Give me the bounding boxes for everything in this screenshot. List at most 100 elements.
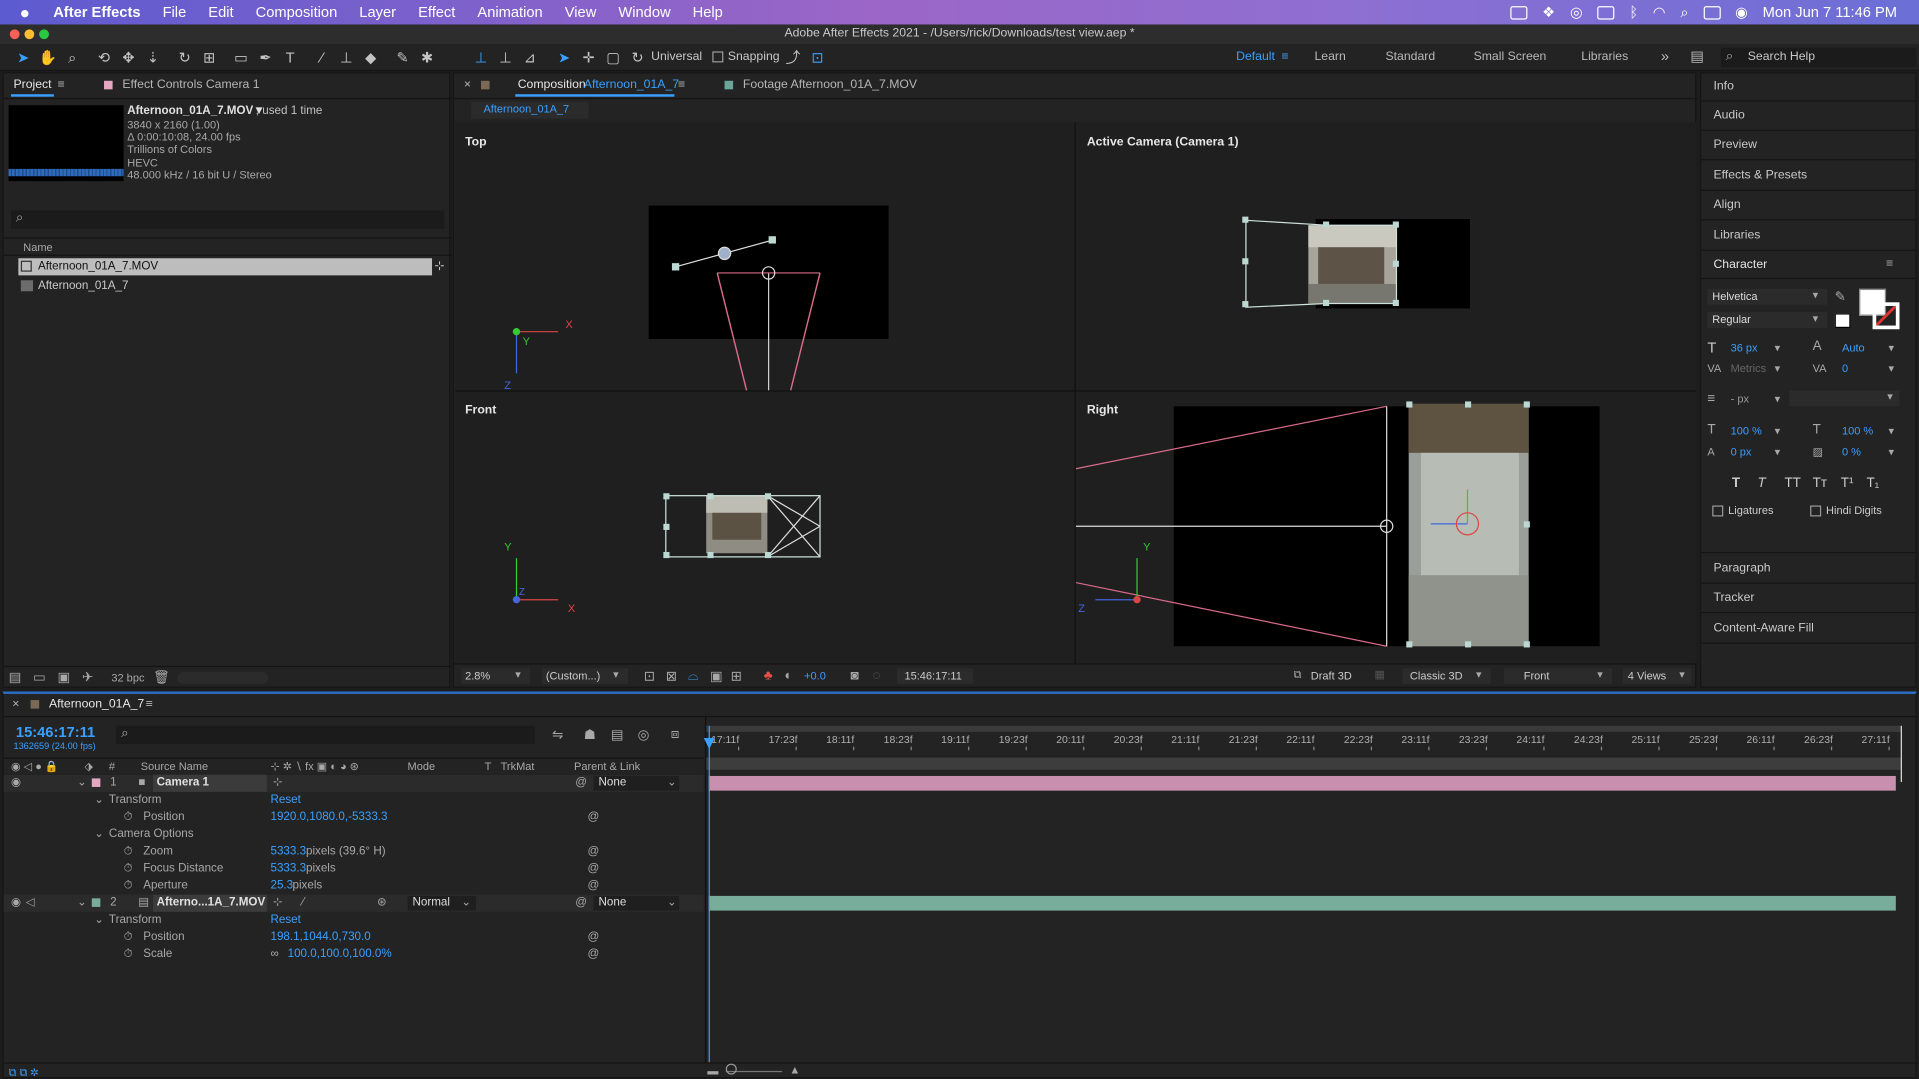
more-workspaces-icon[interactable]: » (1661, 48, 1669, 65)
creative-cloud-icon[interactable]: ◎ (1570, 4, 1583, 21)
twirl-down-icon[interactable]: ⌄ (94, 912, 104, 929)
timeline-menu-icon[interactable]: ≡ (146, 698, 153, 711)
minimize-window-button[interactable] (24, 29, 35, 40)
right-view-canvas[interactable]: Y Z (1075, 392, 1697, 664)
chevron-down-icon[interactable]: ▾ (1775, 445, 1781, 458)
zoom-property[interactable]: ⏱ Zoom 5333.3 pixels (39.6° H) @ (4, 843, 704, 860)
menu-edit[interactable]: Edit (197, 4, 244, 21)
draft3d-timeline-icon[interactable]: ☗ (584, 727, 596, 743)
snap-grid-icon[interactable]: ⊡ (806, 47, 828, 67)
font-style-dropdown[interactable]: Regular ▾ (1707, 312, 1828, 329)
stopwatch-icon[interactable]: ⏱ (124, 809, 133, 826)
audio-icon[interactable]: ◁ (26, 895, 35, 912)
layer-row-camera[interactable]: ◉ ⌄ 1 ■ Camera 1 ⊹ @ None ⌄ (3, 774, 704, 792)
pan-behind-tool-icon[interactable]: ⊞ (198, 47, 220, 67)
camera-position-value[interactable]: 1920.0,1080.0,-5333.3 (270, 809, 387, 826)
layer-name[interactable]: Camera 1 (157, 775, 209, 792)
region-of-interest-icon[interactable]: ▣ (710, 668, 723, 684)
workspace-menu-icon[interactable]: ≡ (1281, 50, 1288, 63)
trkmat-header[interactable]: TrkMat (501, 760, 535, 772)
apple-icon[interactable]: ● (0, 2, 42, 22)
composition-tab-name[interactable]: Afternoon_01A_7 (584, 78, 679, 91)
source-name-header[interactable]: Source Name (141, 760, 208, 772)
puppet-tool-icon[interactable]: ✱ (416, 47, 438, 67)
all-caps-button[interactable]: TT (1784, 476, 1800, 491)
stroke-style-dropdown[interactable]: ▾ (1789, 390, 1900, 407)
camera-layer-bar[interactable] (708, 775, 1896, 791)
mask-visibility-icon[interactable]: ⌓ (688, 668, 699, 684)
zoom-slider-knob[interactable] (725, 1063, 737, 1075)
composition-tab-prefix[interactable]: Composition (518, 78, 586, 91)
stopwatch-icon[interactable]: ⏱ (124, 860, 133, 877)
aperture-value[interactable]: 25.3 (270, 878, 293, 895)
footage-layer-bar[interactable] (708, 895, 1896, 911)
rotate-tool-icon[interactable]: ↻ (174, 47, 196, 67)
new-folder-icon[interactable]: ▭ (33, 669, 46, 686)
close-timeline-icon[interactable]: × (12, 698, 19, 711)
motion-blur-icon[interactable]: ◎ (638, 727, 650, 743)
project-flow-icon[interactable]: ⊹ (434, 259, 444, 272)
tracking-value[interactable]: 0 (1842, 362, 1848, 374)
chevron-down-icon[interactable]: ▾ (1775, 341, 1781, 354)
pickwhip-icon[interactable]: @ (575, 775, 587, 792)
extended-viewer-icon[interactable]: ▦ (1374, 668, 1384, 681)
twirl-down-icon[interactable]: ⌄ (94, 826, 104, 843)
scale-gizmo-icon[interactable]: ▢ (602, 47, 624, 67)
vertical-scale-value[interactable]: 100 % (1731, 425, 1762, 437)
time-navigator[interactable] (706, 757, 1901, 770)
panel-libraries[interactable]: Libraries (1713, 229, 1760, 242)
transform-reset[interactable]: Reset (270, 912, 300, 929)
stopwatch-icon[interactable]: ⏱ (124, 946, 133, 963)
exposure-value[interactable]: +0.0 (804, 669, 826, 681)
chevron-down-icon[interactable]: ▾ (1888, 445, 1894, 458)
control-center-icon[interactable] (1703, 5, 1721, 19)
zoom-out-icon[interactable]: ▬ (707, 1065, 718, 1077)
character-menu-icon[interactable]: ≡ (1886, 257, 1893, 270)
brush-tool-icon[interactable]: ⁄ (311, 47, 333, 67)
expression-pickwhip-icon[interactable]: @ (587, 878, 599, 895)
workspace-standard[interactable]: Standard (1385, 50, 1435, 63)
resolution-dropdown[interactable]: (Custom...) ▾ (542, 668, 628, 685)
close-window-button[interactable] (9, 29, 20, 40)
font-family-dropdown[interactable]: Helvetica ▾ (1707, 288, 1828, 305)
eyedropper-icon[interactable]: ✎ (1835, 289, 1846, 305)
work-area-end[interactable] (1900, 725, 1902, 783)
menu-composition[interactable]: Composition (245, 4, 349, 21)
zoom-tool-icon[interactable]: ⌕ (61, 47, 83, 67)
menu-window[interactable]: Window (607, 4, 681, 21)
app-status-icon[interactable] (1597, 5, 1615, 19)
playhead-line[interactable] (708, 725, 710, 1063)
horizontal-scale-value[interactable]: 100 % (1842, 425, 1873, 437)
clone-stamp-tool-icon[interactable]: ⊥ (335, 47, 357, 67)
zoom-in-icon[interactable]: ▲ (789, 1064, 800, 1076)
orbit-tool-icon[interactable]: ⟲ (93, 47, 115, 67)
bluetooth-icon[interactable]: ᛒ (1629, 4, 1638, 21)
hindi-digits-checkbox[interactable] (1810, 505, 1822, 517)
twirl-down-icon[interactable]: ⌄ (77, 895, 87, 912)
local-axis-icon[interactable]: ⊥ (470, 47, 492, 67)
ligatures-label[interactable]: Ligatures (1728, 504, 1773, 516)
wifi-icon[interactable]: ◠ (1653, 4, 1666, 21)
stroke-width-value[interactable]: - px (1731, 393, 1749, 405)
baseline-shift-value[interactable]: 0 px (1731, 445, 1752, 457)
work-area-bar[interactable] (706, 725, 1901, 732)
shy-switch-icon[interactable]: ⊹ (273, 895, 283, 912)
footage-transform-group[interactable]: ⌄ Transform Reset (4, 912, 704, 929)
graph-editor-icon[interactable]: ⧈ (671, 727, 680, 743)
world-axis-icon[interactable]: ⊥ (494, 47, 516, 67)
layer-label-swatch[interactable] (91, 898, 101, 907)
workspace-libraries[interactable]: Libraries (1581, 50, 1628, 63)
t-header[interactable]: T (485, 760, 492, 772)
chevron-down-icon[interactable]: ▾ (1888, 425, 1894, 438)
grid-guides-icon[interactable]: ⊞ (731, 668, 742, 684)
transform-reset[interactable]: Reset (270, 792, 300, 809)
interpret-footage-icon[interactable]: ▤ (9, 669, 22, 686)
twirl-down-icon[interactable]: ⌄ (77, 775, 87, 792)
menu-help[interactable]: Help (682, 4, 734, 21)
viewer-area[interactable]: Top X Y Z Active Camera (Camera 1) Front… (455, 122, 1697, 664)
menu-view[interactable]: View (554, 4, 608, 21)
siri-icon[interactable]: ◉ (1735, 4, 1748, 21)
chevron-down-icon[interactable]: ▾ (1888, 362, 1894, 375)
effect-controls-tab[interactable]: Effect Controls Camera 1 (122, 78, 259, 91)
footage-viewer-tab[interactable]: Footage Afternoon_01A_7.MOV (743, 78, 917, 91)
